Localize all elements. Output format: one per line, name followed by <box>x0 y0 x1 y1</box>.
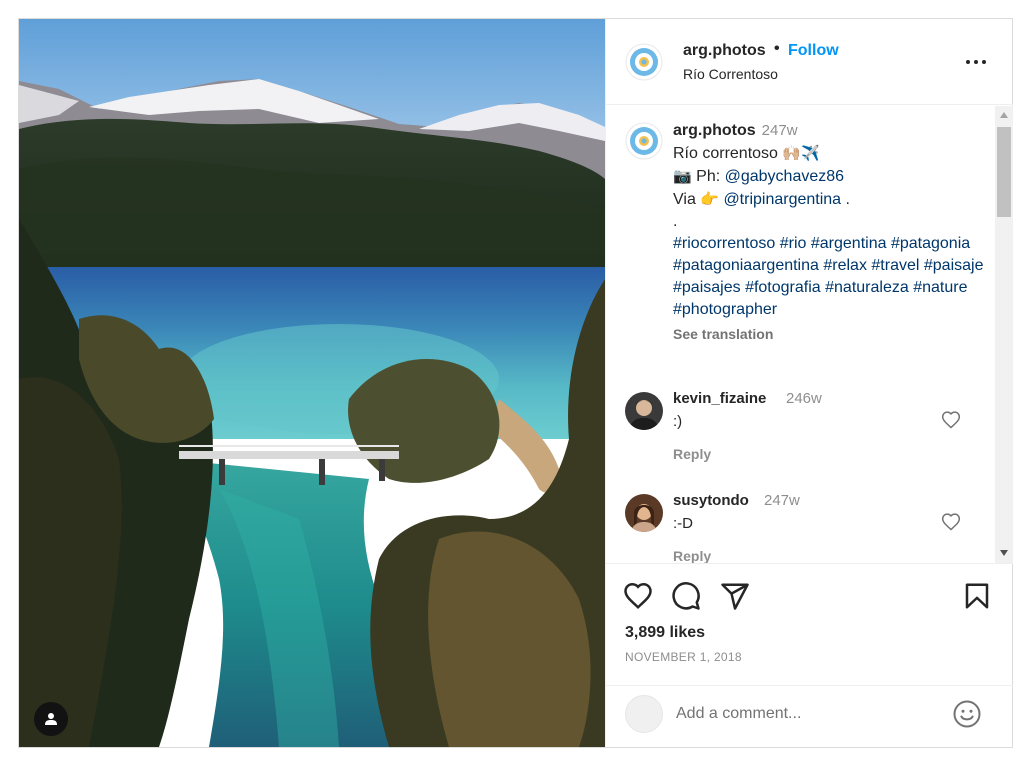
caption-avatar[interactable] <box>625 122 663 160</box>
caption-dot-line: . <box>673 213 678 230</box>
post-header: arg.photos • Follow Río Correntoso <box>606 19 1013 105</box>
comments-list[interactable]: arg.photos 247w Río correntoso 🙌🏼✈️ 📷 Ph:… <box>606 106 1013 563</box>
user-tag-button[interactable] <box>34 702 68 736</box>
caption: arg.photos 247w Río correntoso 🙌🏼✈️ 📷 Ph:… <box>673 120 988 345</box>
ph-handle-link[interactable]: @gabychavez86 <box>725 168 844 185</box>
comment-input[interactable] <box>676 702 936 726</box>
location-link[interactable]: Río Correntoso <box>683 66 778 82</box>
caption-line: Río correntoso <box>673 145 778 162</box>
reply-button[interactable]: Reply <box>673 446 711 462</box>
scrollbar-thumb[interactable] <box>997 127 1011 217</box>
reply-button[interactable]: Reply <box>673 548 711 563</box>
via-suffix: . <box>845 191 850 208</box>
header-username[interactable]: arg.photos <box>683 42 766 60</box>
post-side-panel: arg.photos • Follow Río Correntoso arg.p… <box>605 19 1013 747</box>
hashtag-link[interactable]: #patagonia <box>891 235 970 252</box>
post-date: NOVEMBER 1, 2018 <box>625 650 742 664</box>
comments-scrollbar[interactable] <box>995 106 1013 563</box>
scroll-down-arrow-icon[interactable] <box>1000 550 1008 556</box>
add-comment-bar <box>606 685 1013 747</box>
hashtag-link[interactable]: #photographer <box>673 301 777 318</box>
person-photo <box>625 494 663 532</box>
heart-icon[interactable] <box>941 512 961 532</box>
comment-time: 246w <box>786 390 822 407</box>
hashtag-link[interactable]: #patagoniaargentina <box>673 257 819 274</box>
hashtag-link[interactable]: #paisaje <box>924 257 984 274</box>
scroll-up-arrow-icon[interactable] <box>1000 112 1008 118</box>
hashtag-link[interactable]: #naturaleza <box>825 279 909 296</box>
comment-item: kevin_fizaine 246w :) Reply <box>606 388 995 488</box>
header-separator: • <box>774 40 780 57</box>
hashtag-link[interactable]: #nature <box>913 279 967 296</box>
more-dots-icon <box>966 60 970 64</box>
caption-emoji: 🙌🏼✈️ <box>782 144 820 162</box>
commenter-avatar[interactable] <box>625 494 663 532</box>
likes-count[interactable]: 3,899 likes <box>625 624 705 642</box>
pointing-hand-icon: 👉 <box>700 190 719 208</box>
ph-prefix: Ph: <box>696 168 721 185</box>
heart-icon[interactable] <box>623 581 653 611</box>
comment-item: susytondo 247w :-D Reply <box>606 490 995 563</box>
comment-text: :) <box>673 413 683 430</box>
hashtag-link[interactable]: #fotografia <box>745 279 821 296</box>
see-translation-button[interactable]: See translation <box>673 323 988 345</box>
post-actions: 3,899 likes NOVEMBER 1, 2018 <box>606 563 1013 685</box>
hashtag-link[interactable]: #paisajes <box>673 279 741 296</box>
caption-username[interactable]: arg.photos <box>673 122 756 139</box>
heart-icon[interactable] <box>941 410 961 430</box>
via-prefix: Via <box>673 191 696 208</box>
current-user-avatar <box>625 695 663 733</box>
speech-bubble-icon[interactable] <box>671 581 701 611</box>
hashtag-link[interactable]: #riocorrentoso <box>673 235 775 252</box>
bookmark-icon[interactable] <box>962 581 992 611</box>
instagram-post: arg.photos • Follow Río Correntoso arg.p… <box>18 18 1013 748</box>
hashtags: #riocorrentoso #rio #argentina #patagoni… <box>673 233 988 321</box>
caption-time: 247w <box>761 122 798 139</box>
smiley-icon[interactable] <box>952 699 982 729</box>
comment-text: :-D <box>673 515 693 532</box>
user-tag-icon <box>45 713 57 725</box>
camera-icon: 📷 <box>673 167 692 185</box>
hashtag-link[interactable]: #travel <box>871 257 919 274</box>
hashtag-link[interactable]: #relax <box>823 257 867 274</box>
paper-plane-icon[interactable] <box>720 581 750 611</box>
hashtag-link[interactable]: #argentina <box>811 235 887 252</box>
hashtag-link[interactable]: #rio <box>780 235 807 252</box>
landscape-photo <box>19 19 605 747</box>
more-options-button[interactable] <box>966 57 990 67</box>
person-photo <box>625 392 663 430</box>
post-photo[interactable] <box>19 19 605 747</box>
commenter-avatar[interactable] <box>625 392 663 430</box>
profile-avatar[interactable] <box>625 43 663 81</box>
comment-username[interactable]: susytondo <box>673 492 749 509</box>
via-handle-link[interactable]: @tripinargentina <box>723 191 841 208</box>
comment-time: 247w <box>764 492 800 509</box>
comment-username[interactable]: kevin_fizaine <box>673 390 766 407</box>
follow-button[interactable]: Follow <box>788 42 839 60</box>
